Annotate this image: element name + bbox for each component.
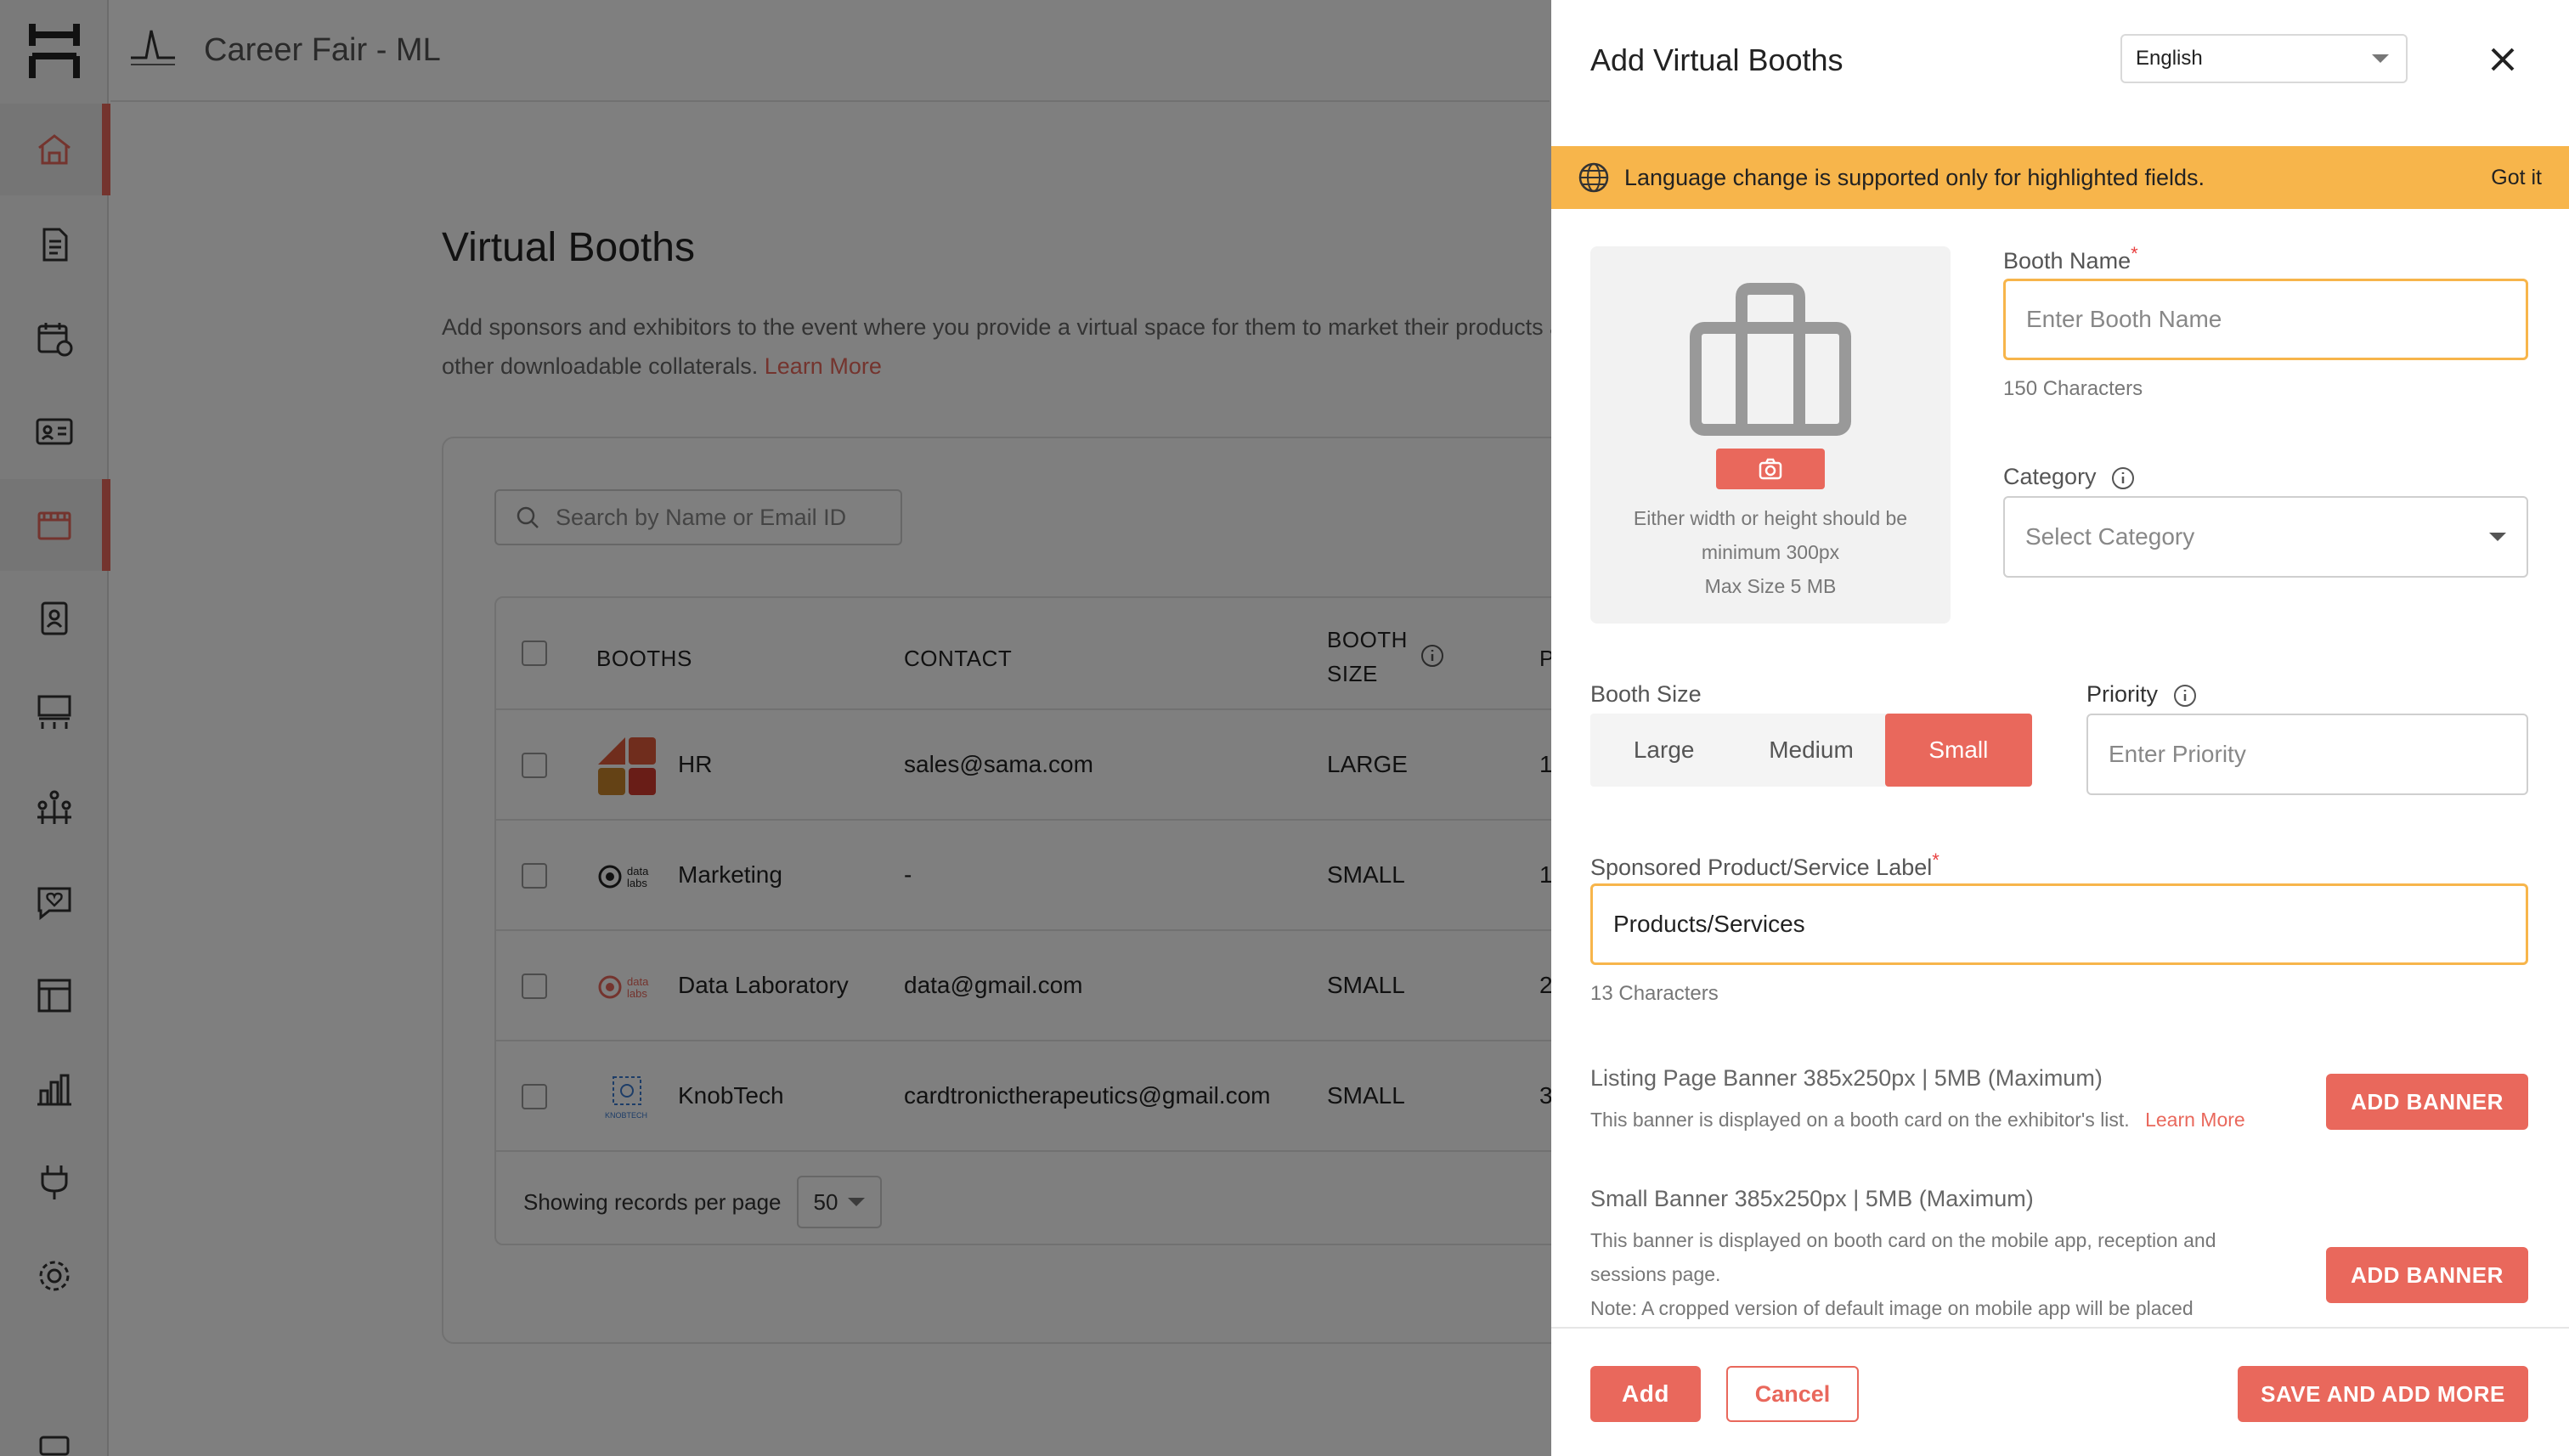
booth-size-toggle: Large Medium Small <box>1590 714 2032 787</box>
listing-banner-desc-text: This banner is displayed on a booth card… <box>1590 1109 2130 1131</box>
small-banner-desc-line3: Note: A cropped version of default image… <box>1590 1297 2194 1319</box>
upload-requirements: Either width or height should be minimum… <box>1590 501 1951 603</box>
camera-icon <box>1759 458 1782 480</box>
booth-logo-upload[interactable]: Either width or height should be minimum… <box>1590 246 1951 624</box>
size-option-large[interactable]: Large <box>1590 714 1737 787</box>
booth-name-label: Booth Name* <box>2003 243 2138 274</box>
drawer-footer: Add Cancel SAVE AND ADD MORE <box>1551 1327 2569 1456</box>
notice-message: Language change is supported only for hi… <box>1624 164 2205 190</box>
category-select[interactable]: Select Category <box>2003 496 2528 578</box>
drawer-header: Add Virtual Booths English <box>1551 0 2569 119</box>
size-option-medium[interactable]: Medium <box>1737 714 1884 787</box>
priority-input[interactable]: Enter Priority <box>2086 714 2528 795</box>
got-it-button[interactable]: Got it <box>2491 166 2542 190</box>
booth-name-hint: 150 Characters <box>2003 377 2143 400</box>
info-icon[interactable] <box>2111 466 2135 490</box>
listing-banner-title: Listing Page Banner 385x250px | 5MB (Max… <box>1590 1065 2103 1091</box>
add-listing-banner-button[interactable]: ADD BANNER <box>2326 1074 2528 1130</box>
small-banner-desc-line1: This banner is displayed on booth card o… <box>1590 1229 2216 1251</box>
cancel-button[interactable]: Cancel <box>1726 1366 1859 1422</box>
add-booth-drawer: Add Virtual Booths English Language chan… <box>1551 0 2569 1456</box>
globe-icon <box>1578 162 1609 193</box>
upload-note-line3: Max Size 5 MB <box>1704 575 1837 597</box>
info-icon[interactable] <box>2173 684 2197 708</box>
save-and-add-more-button[interactable]: SAVE AND ADD MORE <box>2238 1366 2528 1422</box>
size-option-small[interactable]: Small <box>1884 714 2032 787</box>
language-select[interactable]: English <box>2120 34 2408 83</box>
sponsored-label-input[interactable]: Products/Services <box>1590 883 2528 965</box>
drawer-title: Add Virtual Booths <box>1590 42 1843 77</box>
upload-note-line1: Either width or height should be <box>1633 507 1908 529</box>
modal-backdrop[interactable] <box>0 0 1551 1456</box>
priority-label: Priority <box>2086 681 2197 708</box>
booth-name-placeholder: Enter Booth Name <box>2026 306 2222 332</box>
booth-name-label-text: Booth Name <box>2003 248 2131 274</box>
category-label: Category <box>2003 464 2135 490</box>
chevron-down-icon <box>2489 533 2506 541</box>
booth-name-input[interactable]: Enter Booth Name <box>2003 279 2528 360</box>
sponsored-label: Sponsored Product/Service Label* <box>1590 849 1939 880</box>
small-banner-title: Small Banner 385x250px | 5MB (Maximum) <box>1590 1186 2034 1211</box>
upload-note-line2: minimum 300px <box>1701 541 1840 563</box>
listing-banner-description: This banner is displayed on a booth card… <box>1590 1103 2245 1137</box>
sponsored-label-text: Sponsored Product/Service Label <box>1590 855 1933 880</box>
chevron-down-icon <box>2372 54 2389 63</box>
listing-learn-more-link[interactable]: Learn More <box>2145 1109 2245 1131</box>
booth-size-label: Booth Size <box>1590 681 1702 707</box>
language-notice-banner: Language change is supported only for hi… <box>1551 146 2569 209</box>
camera-button[interactable] <box>1716 449 1825 489</box>
small-banner-description: This banner is displayed on booth card o… <box>1590 1223 2216 1325</box>
add-button[interactable]: Add <box>1590 1366 1701 1422</box>
small-banner-desc-line2: sessions page. <box>1590 1263 1721 1285</box>
sponsored-hint: 13 Characters <box>1590 982 1719 1005</box>
category-label-text: Category <box>2003 464 2097 489</box>
close-icon[interactable] <box>2486 42 2520 76</box>
priority-label-text: Priority <box>2086 681 2159 707</box>
sponsored-label-value: Products/Services <box>1613 911 1805 937</box>
category-placeholder: Select Category <box>2025 523 2195 550</box>
language-value: English <box>2136 47 2203 70</box>
briefcase-icon <box>1690 283 1851 436</box>
priority-placeholder: Enter Priority <box>2109 741 2246 767</box>
add-small-banner-button[interactable]: ADD BANNER <box>2326 1247 2528 1303</box>
